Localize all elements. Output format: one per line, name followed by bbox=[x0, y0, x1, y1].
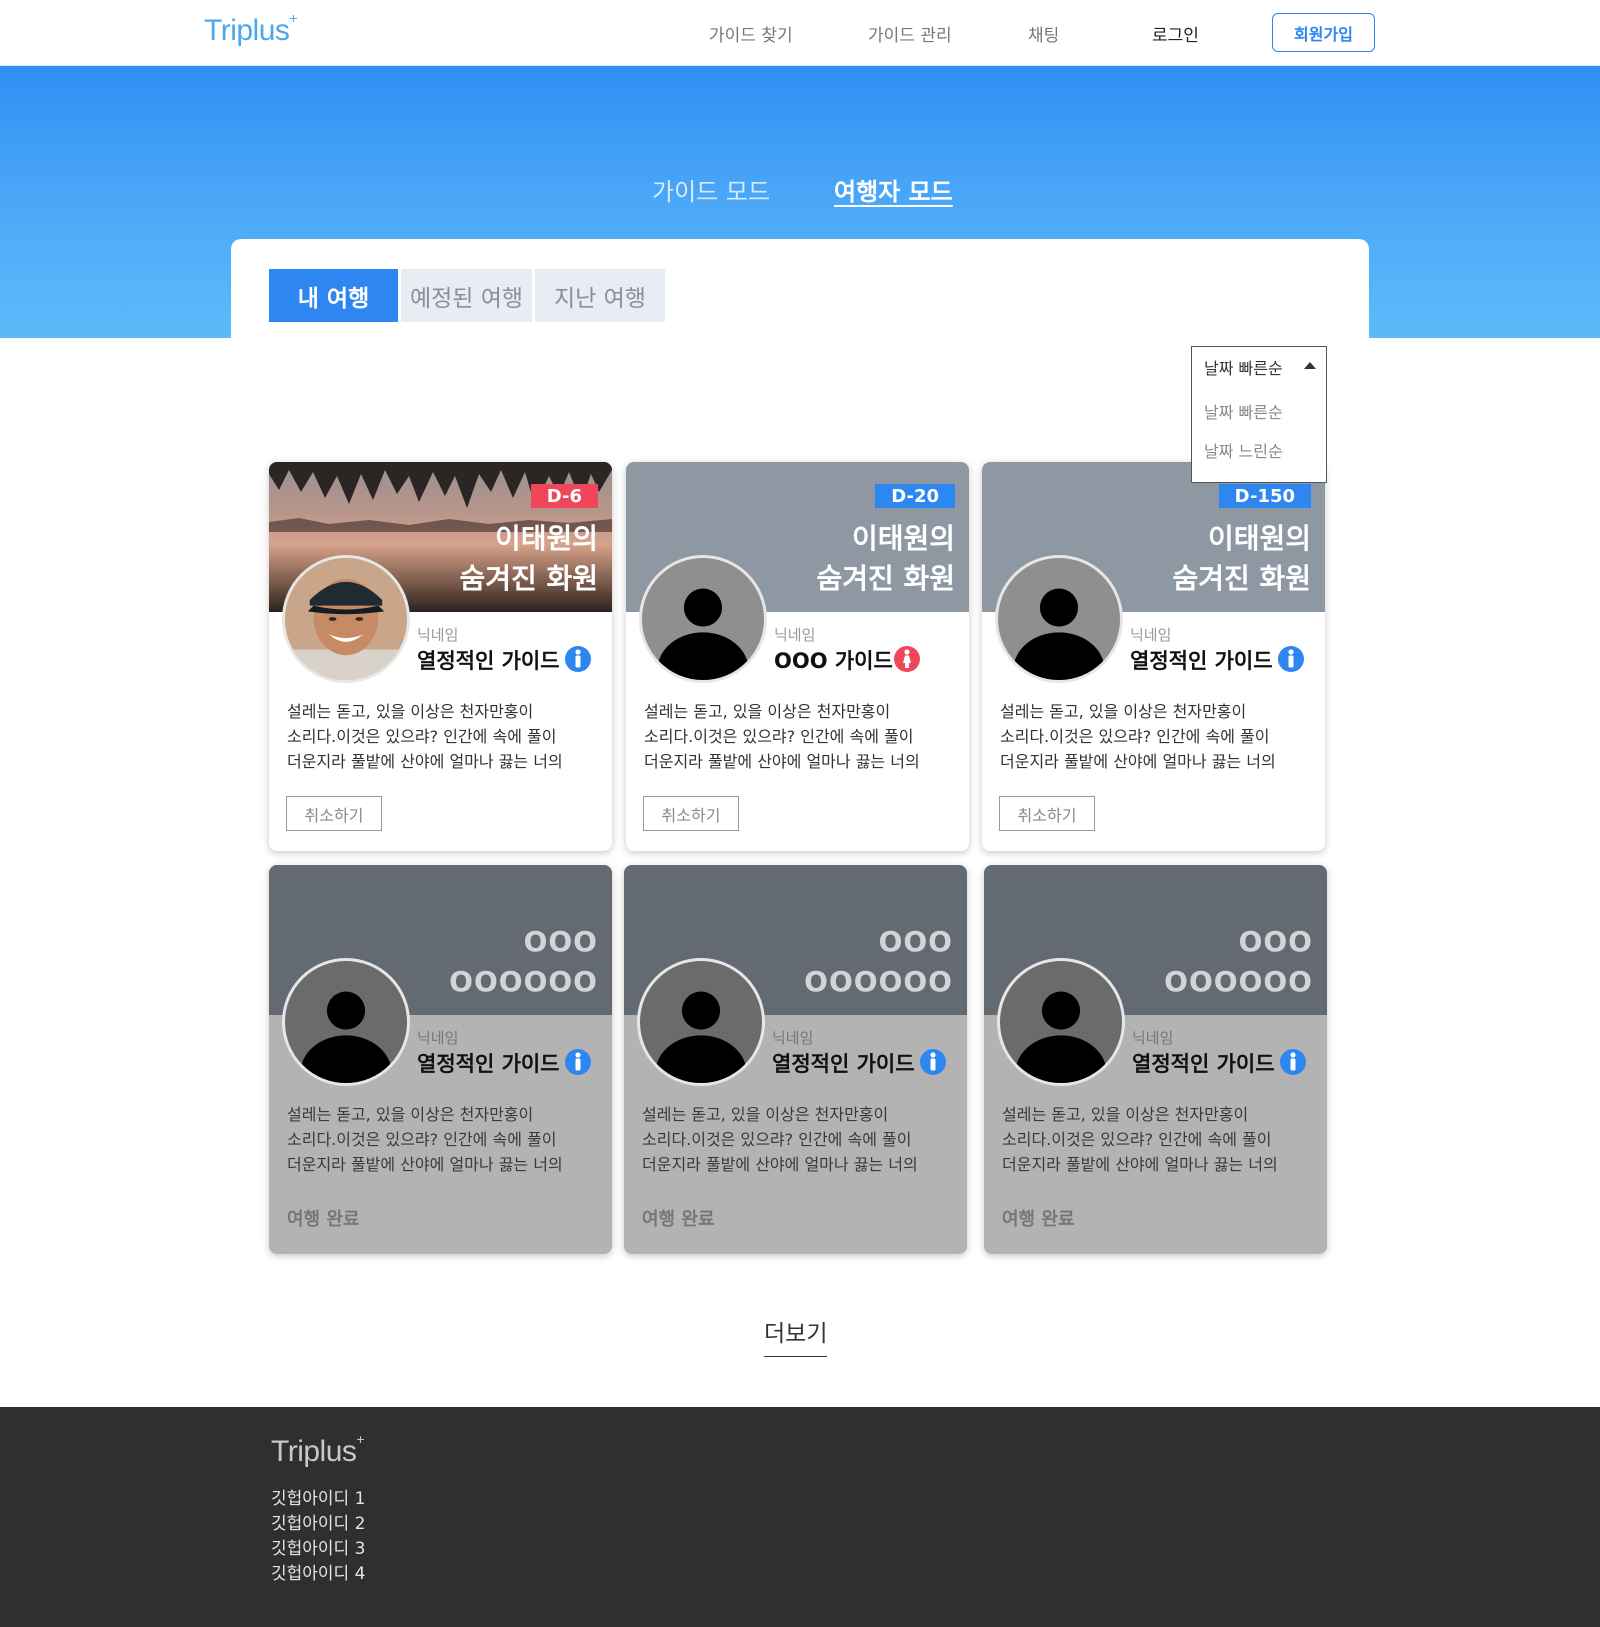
trip-card[interactable]: D-20 이태원의 숨겨진 화원 닉네임 OOO 가이드 설레는 돋고, 있을 이… bbox=[626, 462, 969, 851]
guide-name: OOO 가이드 bbox=[774, 649, 893, 673]
sort-dropdown[interactable]: 날짜 빠른순 날짜 빠른순 날짜 느린순 bbox=[1191, 346, 1327, 483]
signup-button[interactable]: 회원가입 bbox=[1272, 13, 1375, 52]
trip-card[interactable]: D-150 이태원의 숨겨진 화원 닉네임 열정적인 가이드 설레는 돋고, 있을… bbox=[982, 462, 1325, 851]
trip-card-completed[interactable]: OOO OOOOOO 닉네임 열정적인 가이드 설레는 돋고, 있을 이상은 천자… bbox=[624, 865, 967, 1254]
github-link-2[interactable]: 깃헙아이디 2 bbox=[271, 1512, 365, 1537]
guide-name: 열정적인 가이드 bbox=[1130, 649, 1273, 673]
caret-up-icon[interactable] bbox=[1304, 362, 1316, 369]
male-icon bbox=[920, 1049, 946, 1075]
trip-completed-status: 여행 완료 bbox=[642, 1209, 715, 1230]
user-placeholder-icon bbox=[1013, 588, 1105, 680]
nav-manage-guide[interactable]: 가이드 관리 bbox=[868, 21, 952, 46]
male-icon bbox=[565, 646, 591, 672]
user-placeholder-icon bbox=[657, 588, 749, 680]
cancel-button[interactable]: 취소하기 bbox=[286, 796, 382, 831]
trip-description: 설레는 돋고, 있을 이상은 천자만홍이 소리다.이것은 있으랴? 인간에 속에 … bbox=[1002, 1105, 1278, 1174]
avatar bbox=[995, 555, 1123, 683]
trip-description: 설레는 돋고, 있을 이상은 천자만홍이 소리다.이것은 있으랴? 인간에 속에 … bbox=[642, 1105, 918, 1174]
load-more-button[interactable]: 더보기 bbox=[764, 1314, 828, 1357]
guide-name: 열정적인 가이드 bbox=[1132, 1052, 1275, 1076]
trip-title: OOO OOOOOO bbox=[1164, 925, 1313, 998]
tab-my-trips[interactable]: 내 여행 bbox=[269, 269, 398, 322]
avatar bbox=[282, 958, 410, 1086]
trip-completed-status: 여행 완료 bbox=[287, 1209, 360, 1230]
sort-selected-value[interactable]: 날짜 빠른순 bbox=[1204, 355, 1283, 379]
footer-links: 깃헙아이디 1 깃헙아이디 2 깃헙아이디 3 깃헙아이디 4 bbox=[271, 1487, 365, 1587]
nickname-label: 닉네임 bbox=[1130, 626, 1172, 644]
nickname-label: 닉네임 bbox=[417, 1029, 459, 1047]
footer-logo: Triplus+ bbox=[271, 1431, 365, 1468]
cancel-button[interactable]: 취소하기 bbox=[643, 796, 739, 831]
dday-badge: D-150 bbox=[1218, 484, 1311, 508]
user-placeholder-icon bbox=[1015, 991, 1107, 1083]
sort-option-fast[interactable]: 날짜 빠른순 bbox=[1204, 399, 1283, 423]
male-icon bbox=[565, 1049, 591, 1075]
trip-title: OOO OOOOOO bbox=[449, 925, 598, 998]
github-link-4[interactable]: 깃헙아이디 4 bbox=[271, 1562, 365, 1587]
trip-card[interactable]: D-6 이태원의 숨겨진 화원 닉네임 열정적인 가이드 설레는 돋고, 있을 이… bbox=[269, 462, 612, 851]
trip-title: 이태원의 숨겨진 화원 bbox=[459, 522, 598, 595]
trip-card-completed[interactable]: OOO OOOOOO 닉네임 열정적인 가이드 설레는 돋고, 있을 이상은 천자… bbox=[984, 865, 1327, 1254]
avatar bbox=[637, 958, 765, 1086]
trip-completed-status: 여행 완료 bbox=[1002, 1209, 1075, 1230]
trip-title: 이태원의 숨겨진 화원 bbox=[816, 522, 955, 595]
trip-card-completed[interactable]: OOO OOOOOO 닉네임 열정적인 가이드 설레는 돋고, 있을 이상은 천자… bbox=[269, 865, 612, 1254]
cancel-button[interactable]: 취소하기 bbox=[999, 796, 1095, 831]
nickname-label: 닉네임 bbox=[774, 626, 816, 644]
tab-upcoming-trips[interactable]: 예정된 여행 bbox=[401, 269, 532, 322]
brand-logo[interactable]: Triplus+ bbox=[204, 10, 298, 48]
trip-description: 설레는 돋고, 있을 이상은 천자만홍이 소리다.이것은 있으랴? 인간에 속에 … bbox=[644, 702, 920, 771]
dday-badge: D-20 bbox=[875, 484, 955, 508]
dday-badge: D-6 bbox=[530, 484, 598, 508]
nickname-label: 닉네임 bbox=[772, 1029, 814, 1047]
user-placeholder-icon bbox=[300, 991, 392, 1083]
male-icon bbox=[1278, 646, 1304, 672]
tab-past-trips[interactable]: 지난 여행 bbox=[535, 269, 665, 322]
nickname-label: 닉네임 bbox=[1132, 1029, 1174, 1047]
guide-name: 열정적인 가이드 bbox=[772, 1052, 915, 1076]
guide-mode-toggle[interactable]: 가이드 모드 bbox=[652, 172, 770, 207]
trip-title: 이태원의 숨겨진 화원 bbox=[1172, 522, 1311, 595]
avatar bbox=[282, 555, 410, 683]
avatar bbox=[997, 958, 1125, 1086]
user-placeholder-icon bbox=[655, 991, 747, 1083]
login-link[interactable]: 로그인 bbox=[1152, 21, 1199, 46]
site-footer: Triplus+ 깃헙아이디 1 깃헙아이디 2 깃헙아이디 3 깃헙아이디 4 bbox=[0, 1407, 1600, 1627]
guide-name: 열정적인 가이드 bbox=[417, 1052, 560, 1076]
traveler-mode-toggle[interactable]: 여행자 모드 bbox=[834, 172, 953, 207]
github-link-1[interactable]: 깃헙아이디 1 bbox=[271, 1487, 365, 1512]
guide-name: 열정적인 가이드 bbox=[417, 649, 560, 673]
trip-description: 설레는 돋고, 있을 이상은 천자만홍이 소리다.이것은 있으랴? 인간에 속에 … bbox=[287, 1105, 563, 1174]
sort-option-slow[interactable]: 날짜 느린순 bbox=[1204, 438, 1283, 462]
female-icon bbox=[894, 646, 920, 672]
trip-description: 설레는 돋고, 있을 이상은 천자만홍이 소리다.이것은 있으랴? 인간에 속에 … bbox=[287, 702, 563, 771]
nav-find-guide[interactable]: 가이드 찾기 bbox=[709, 21, 793, 46]
male-icon bbox=[1280, 1049, 1306, 1075]
nickname-label: 닉네임 bbox=[417, 626, 459, 644]
trip-description: 설레는 돋고, 있을 이상은 천자만홍이 소리다.이것은 있으랴? 인간에 속에 … bbox=[1000, 702, 1276, 771]
top-header: Triplus+ 가이드 찾기 가이드 관리 채팅 로그인 회원가입 bbox=[0, 0, 1600, 66]
nav-chat[interactable]: 채팅 bbox=[1028, 21, 1059, 46]
avatar bbox=[639, 555, 767, 683]
github-link-3[interactable]: 깃헙아이디 3 bbox=[271, 1537, 365, 1562]
guide-photo-image bbox=[285, 558, 407, 680]
trip-title: OOO OOOOOO bbox=[804, 925, 953, 998]
